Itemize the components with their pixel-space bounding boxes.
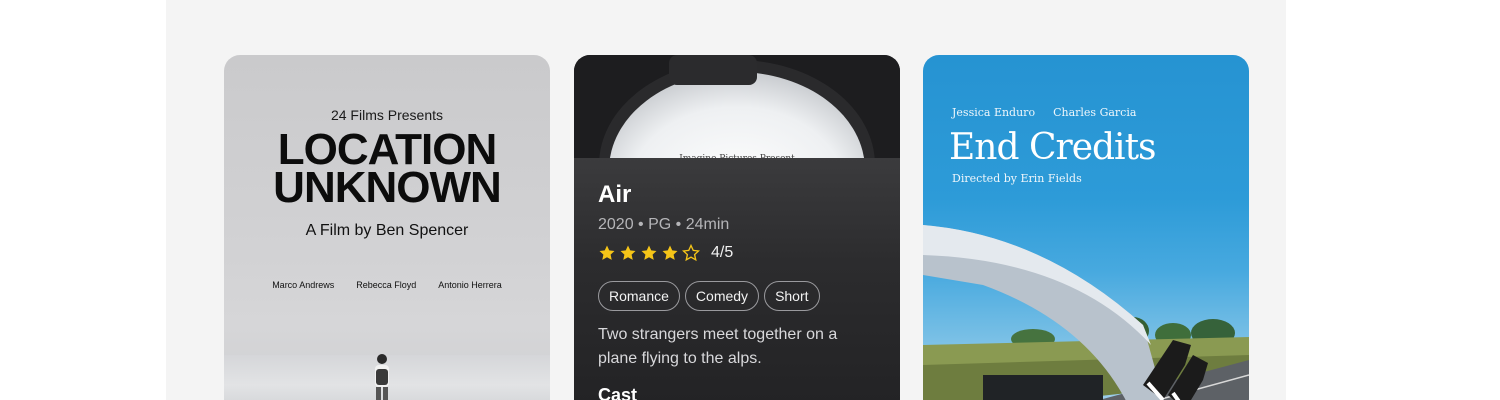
poster-title: LOCATION UNKNOWN [224,128,550,212]
poster-person-figure [375,354,389,400]
movie-description: Two strangers meet together on a plane f… [598,326,838,367]
star-filled-icon [641,245,657,260]
star-rating: 4/5 [598,244,733,262]
poster-byline: A Film by Ben Spencer [305,222,469,239]
cast-heading: Cast [598,385,638,400]
cast-name: Jessica Enduro [952,106,1036,119]
genre-tags: Romance Comedy Short [598,281,820,311]
rating-text: 4/5 [711,244,734,261]
movie-card-location-unknown[interactable]: 24 Films Presents LOCATION UNKNOWN A Fil… [224,55,550,400]
poster-presents-text: 24 Films Presents [330,107,444,123]
cast-name: Antonio Herrera [438,280,502,290]
cast-name: Marco Andrews [272,280,335,290]
genre-tag[interactable]: Comedy [684,281,760,311]
star-filled-icon [662,245,678,260]
poster-cast-list: Jessica Enduro Charles Garcia [952,106,1136,119]
movie-meta: 2020 • PG • 24min [598,216,730,233]
movie-card-air[interactable]: Imagine Pictures Present Air 2020 • PG •… [574,55,900,400]
poster-director: Directed by Erin Fields [952,172,1082,185]
cast-name: Charles Garcia [1053,106,1137,119]
poster-car-road-image [923,225,1249,400]
cast-name: Rebecca Floyd [356,280,417,290]
movie-card-end-credits[interactable]: Jessica Enduro Charles Garcia End Credit… [923,55,1249,400]
star-filled-icon [599,245,615,260]
poster-cast-list: Marco Andrews Rebecca Floyd Antonio Herr… [224,280,550,290]
movie-title: Air [598,181,632,208]
genre-tag[interactable]: Short [764,281,820,311]
poster-title-line2: UNKNOWN [273,163,502,212]
poster-title: End Credits [949,127,1157,168]
star-filled-icon [620,245,636,260]
star-outline-icon [682,244,700,262]
poster-airplane-window-image: Imagine Pictures Present [574,55,900,165]
genre-tag[interactable]: Romance [598,281,680,311]
